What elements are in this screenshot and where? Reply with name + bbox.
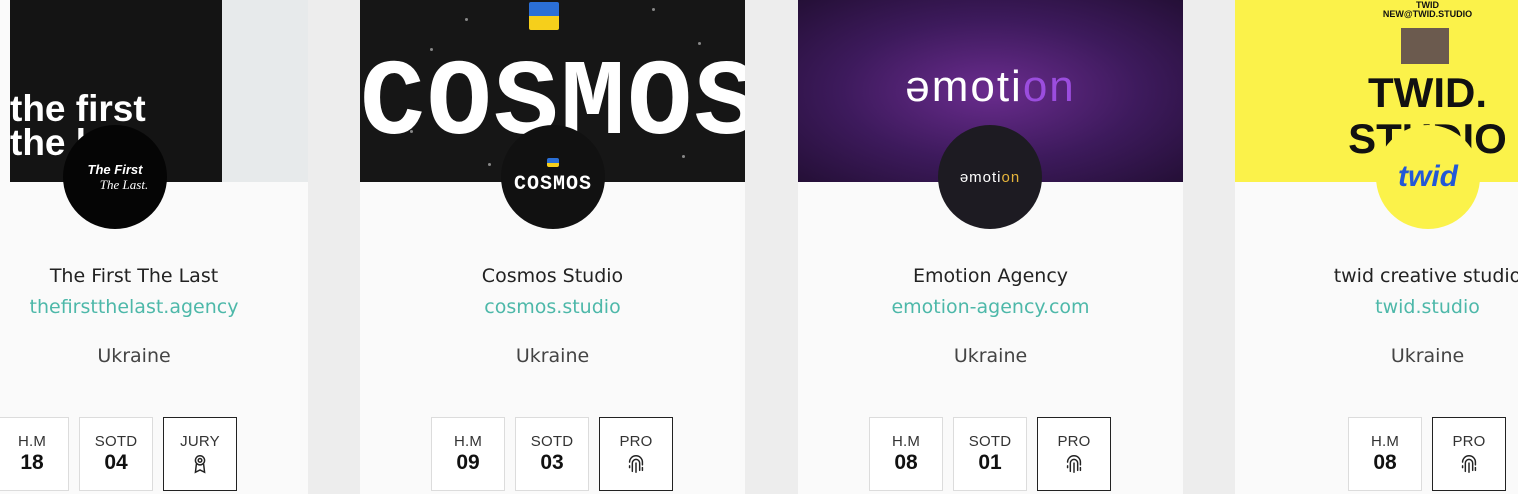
- agency-country: Ukraine: [953, 345, 1028, 367]
- agency-card[interactable]: COSMOS COSMOS Cosmos Studio cosmos.studi…: [360, 0, 745, 494]
- avatar-text: The First: [87, 161, 143, 177]
- stat-label: PRO: [619, 433, 653, 450]
- agency-name[interactable]: twid creative studio: [1235, 265, 1518, 287]
- agency-name[interactable]: The First The Last: [0, 265, 308, 287]
- stat-label: PRO: [1452, 433, 1486, 450]
- stat-honorable-mentions[interactable]: H.M 18: [0, 417, 69, 491]
- cover-text: NEW@TWID.STUDIO: [1382, 9, 1473, 19]
- stat-label: H.M: [453, 433, 483, 450]
- agency-name[interactable]: Emotion Agency: [798, 265, 1183, 287]
- fingerprint-icon: [1461, 455, 1477, 473]
- avatar-text: The Last.: [99, 176, 149, 192]
- agency-card[interactable]: əmotion əmotion Emotion Agency emotion-a…: [798, 0, 1183, 494]
- stat-value: 04: [104, 451, 128, 474]
- agency-country: Ukraine: [97, 345, 171, 367]
- stat-site-of-the-day[interactable]: SOTD 03: [515, 417, 589, 491]
- fingerprint-icon: [1066, 455, 1082, 473]
- avatar-text: twid: [1398, 160, 1458, 193]
- agency-url-link[interactable]: thefirstthelast.agency: [0, 296, 308, 318]
- stat-label: H.M: [1370, 433, 1400, 450]
- stat-pro-badge[interactable]: PRO: [1432, 417, 1506, 491]
- cover-text: TWID. STUDIO: [1348, 69, 1507, 162]
- avatar[interactable]: The First The Last.: [63, 125, 167, 229]
- stat-value: 08: [894, 451, 918, 474]
- avatar[interactable]: twid: [1376, 125, 1480, 229]
- fingerprint-icon: [628, 455, 644, 473]
- agency-url-link[interactable]: twid.studio: [1235, 296, 1518, 318]
- jury-badge-icon: [194, 455, 206, 474]
- stat-value: 03: [540, 451, 564, 474]
- stat-pro-badge[interactable]: PRO: [599, 417, 673, 491]
- avatar-text: COSMOS: [513, 173, 592, 196]
- agency-country: Ukraine: [1390, 345, 1465, 367]
- stat-value: 01: [978, 451, 1002, 474]
- stat-value: 09: [456, 451, 480, 474]
- stat-label: H.M: [891, 433, 921, 450]
- agency-card[interactable]: TWID NEW@TWID.STUDIO TWID. STUDIO twid t…: [1235, 0, 1518, 494]
- stat-label: SOTD: [968, 433, 1012, 450]
- team-photo: [1401, 28, 1449, 64]
- stat-jury-badge[interactable]: JURY: [163, 417, 237, 491]
- stat-honorable-mentions[interactable]: H.M 08: [869, 417, 943, 491]
- ukraine-flag-icon: [529, 2, 559, 30]
- stat-site-of-the-day[interactable]: SOTD 01: [953, 417, 1027, 491]
- avatar-text: əmotion: [959, 168, 1021, 186]
- cover-image[interactable]: TWID NEW@TWID.STUDIO TWID. STUDIO: [1235, 0, 1518, 182]
- stat-label: PRO: [1057, 433, 1091, 450]
- stat-value: 18: [20, 451, 44, 474]
- agency-name[interactable]: Cosmos Studio: [360, 265, 745, 287]
- agency-country: Ukraine: [515, 345, 590, 367]
- ukraine-flag-icon: [547, 158, 559, 167]
- stat-honorable-mentions[interactable]: H.M 08: [1348, 417, 1422, 491]
- stat-pro-badge[interactable]: PRO: [1037, 417, 1111, 491]
- agency-card[interactable]: the first the l The First The Last. The …: [0, 0, 308, 494]
- agency-url-link[interactable]: cosmos.studio: [360, 296, 745, 318]
- avatar[interactable]: əmotion: [938, 125, 1042, 229]
- cover-text: əmotion: [905, 62, 1076, 111]
- stat-label: JURY: [180, 433, 220, 450]
- stat-value: 08: [1373, 451, 1397, 474]
- stat-label: H.M: [17, 433, 47, 450]
- avatar[interactable]: COSMOS: [501, 125, 605, 229]
- stat-label: SOTD: [94, 433, 138, 450]
- stat-honorable-mentions[interactable]: H.M 09: [431, 417, 505, 491]
- agency-url-link[interactable]: emotion-agency.com: [798, 296, 1183, 318]
- stat-site-of-the-day[interactable]: SOTD 04: [79, 417, 153, 491]
- stat-label: SOTD: [530, 433, 574, 450]
